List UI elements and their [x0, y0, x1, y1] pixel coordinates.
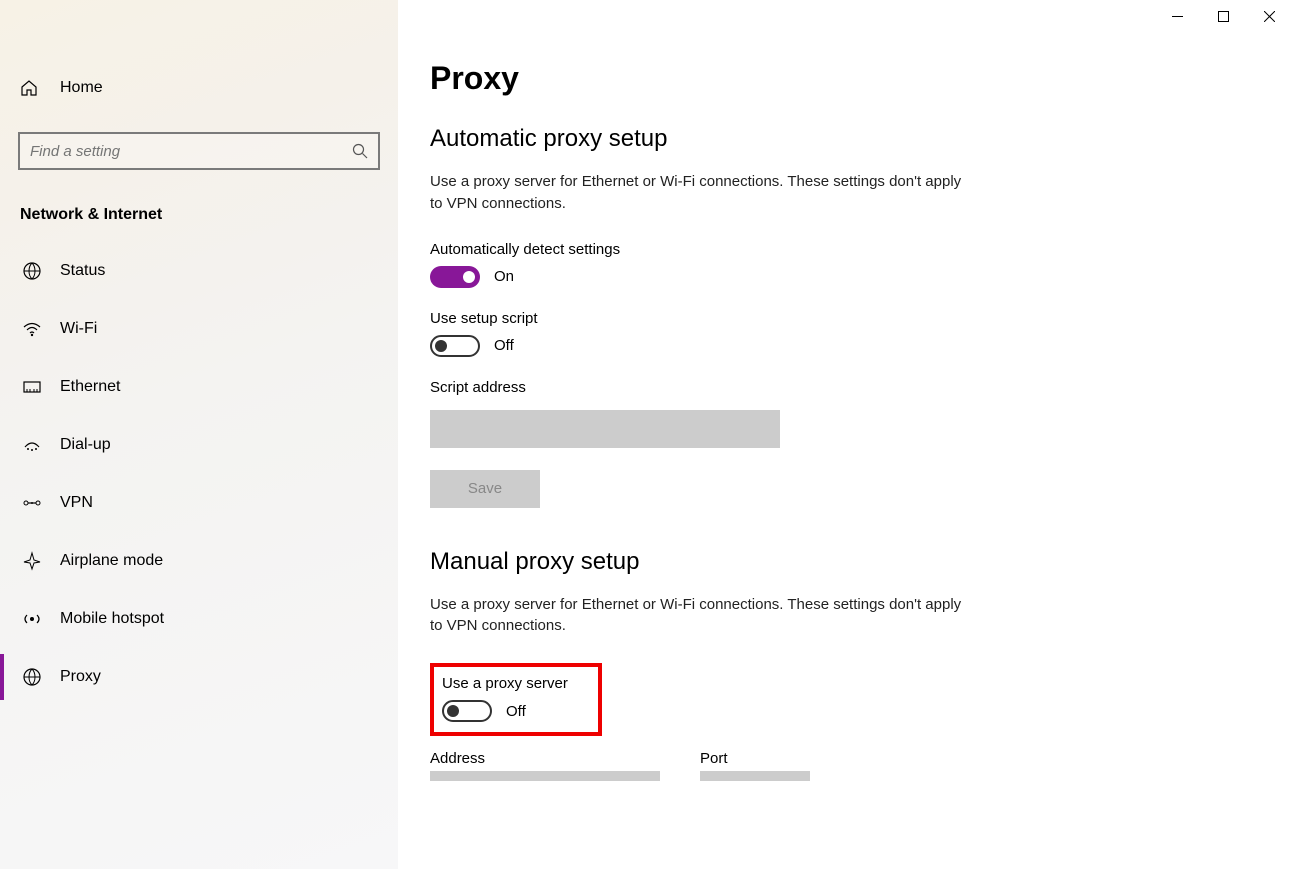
sidebar-item-label: Airplane mode [60, 552, 163, 570]
content-area: Proxy Automatic proxy setup Use a proxy … [430, 60, 1252, 869]
sidebar-item-hotspot[interactable]: Mobile hotspot [0, 590, 398, 648]
use-proxy-state: Off [506, 703, 526, 720]
use-proxy-label: Use a proxy server [442, 675, 568, 692]
save-button: Save [430, 470, 540, 508]
sidebar-item-label: Dial-up [60, 436, 111, 454]
maximize-button[interactable] [1200, 0, 1246, 32]
auto-proxy-heading: Automatic proxy setup [430, 125, 1252, 153]
script-address-input [430, 410, 780, 448]
minimize-button[interactable] [1154, 0, 1200, 32]
sidebar-item-proxy[interactable]: Proxy [0, 648, 398, 706]
proxy-icon [20, 667, 44, 687]
highlight-annotation: Use a proxy server Off [430, 663, 602, 736]
sidebar-item-label: Ethernet [60, 378, 120, 396]
script-address-label: Script address [430, 379, 1252, 396]
search-input[interactable] [30, 143, 352, 160]
sidebar-item-label: VPN [60, 494, 93, 512]
airplane-icon [20, 551, 44, 571]
home-icon [20, 79, 44, 97]
sidebar-item-ethernet[interactable]: Ethernet [0, 358, 398, 416]
sidebar-item-label: Wi-Fi [60, 320, 97, 338]
port-label: Port [700, 750, 810, 767]
search-icon [352, 143, 368, 159]
dialup-icon [20, 435, 44, 455]
sidebar-item-label: Status [60, 262, 105, 280]
search-box[interactable] [18, 132, 380, 170]
home-button[interactable]: Home [0, 60, 398, 116]
port-input [700, 771, 810, 781]
sidebar-item-status[interactable]: Status [0, 242, 398, 300]
detect-settings-toggle[interactable] [430, 266, 480, 288]
address-label: Address [430, 750, 660, 767]
setup-script-label: Use setup script [430, 310, 1252, 327]
vpn-icon [20, 493, 44, 513]
detect-settings-state: On [494, 268, 514, 285]
sidebar-item-airplane[interactable]: Airplane mode [0, 532, 398, 590]
status-icon [20, 261, 44, 281]
sidebar-item-vpn[interactable]: VPN [0, 474, 398, 532]
sidebar-section-header: Network & Internet [0, 178, 398, 242]
use-proxy-toggle[interactable] [442, 700, 492, 722]
wifi-icon [20, 319, 44, 339]
setup-script-state: Off [494, 337, 514, 354]
sidebar-item-label: Proxy [60, 668, 101, 686]
sidebar: Home Network & Internet Status Wi-Fi Eth… [0, 0, 398, 869]
sidebar-item-wifi[interactable]: Wi-Fi [0, 300, 398, 358]
setup-script-toggle[interactable] [430, 335, 480, 357]
sidebar-item-dialup[interactable]: Dial-up [0, 416, 398, 474]
manual-proxy-heading: Manual proxy setup [430, 548, 1252, 576]
home-label: Home [60, 79, 103, 97]
ethernet-icon [20, 377, 44, 397]
address-input [430, 771, 660, 781]
hotspot-icon [20, 609, 44, 629]
page-title: Proxy [430, 60, 1252, 97]
sidebar-item-label: Mobile hotspot [60, 610, 164, 628]
detect-settings-label: Automatically detect settings [430, 241, 1252, 258]
close-button[interactable] [1246, 0, 1292, 32]
manual-proxy-desc: Use a proxy server for Ethernet or Wi-Fi… [430, 594, 970, 638]
auto-proxy-desc: Use a proxy server for Ethernet or Wi-Fi… [430, 171, 970, 215]
